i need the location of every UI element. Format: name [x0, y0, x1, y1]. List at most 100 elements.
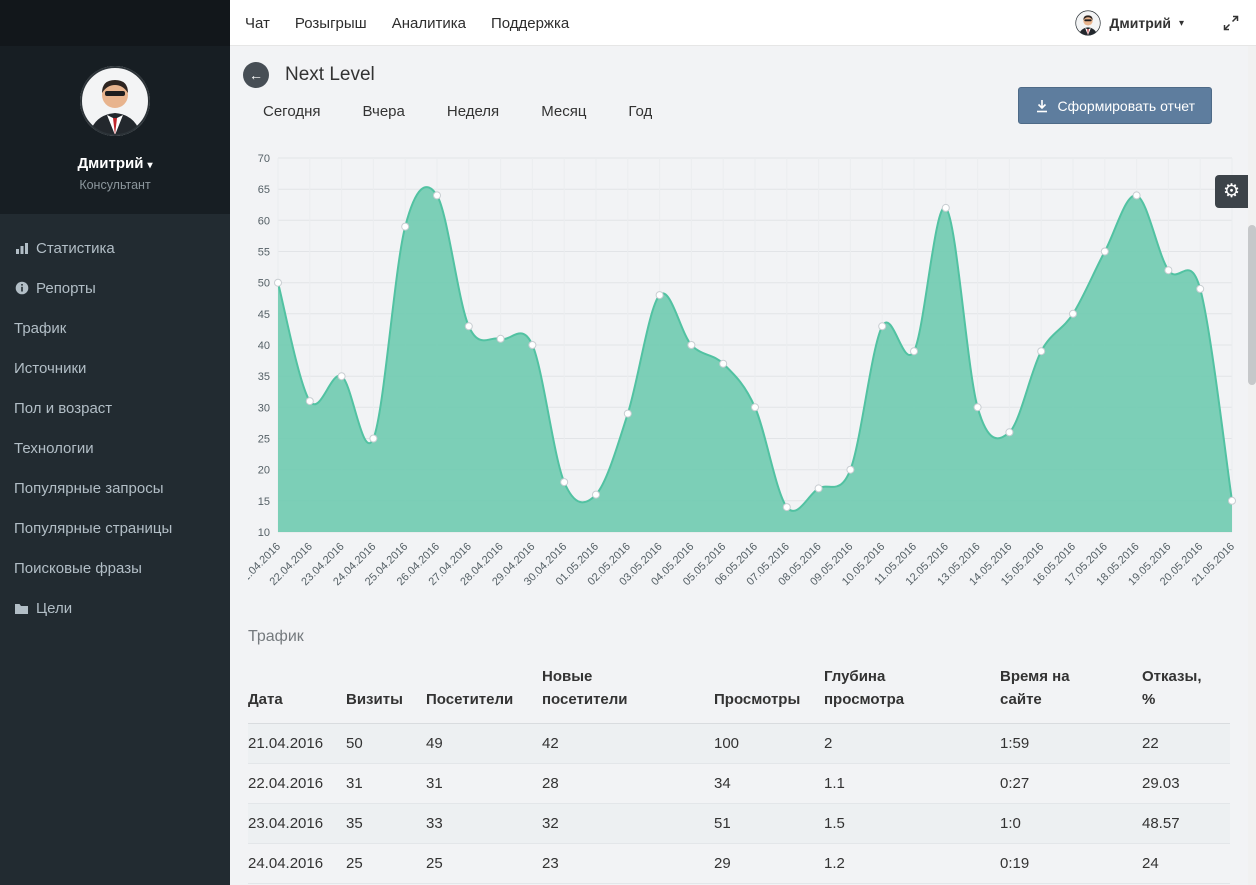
traffic-table: Дата Визиты Посетители Новые посетители Прос…	[248, 658, 1230, 884]
sidebar-item-label: Статистика	[36, 239, 115, 257]
table-cell: 32	[542, 803, 714, 844]
sidebar-item-goals[interactable]: Цели	[0, 588, 230, 628]
table-row: 24.04.2016 25 25 23 29 1.2 0:19 24	[248, 843, 1230, 884]
page-header: ← Next Level	[230, 46, 1248, 88]
column-header: Глубина просмотра	[824, 658, 1000, 724]
expand-arrows-icon	[1223, 15, 1239, 31]
nav-item-analytics[interactable]: Аналитика	[392, 15, 466, 32]
sidebar-item-popular-queries[interactable]: Популярные запросы	[0, 468, 230, 508]
sidebar-item-gender-age[interactable]: Пол и возраст	[0, 388, 230, 428]
column-header: Посетители	[426, 658, 542, 724]
back-button[interactable]: ←	[243, 62, 269, 88]
table-header-row: Дата Визиты Посетители Новые посетители Прос…	[248, 658, 1230, 724]
tab-week[interactable]: Неделя	[447, 103, 499, 120]
sidebar-item-sources[interactable]: Источники	[0, 348, 230, 388]
sidebar-item-label: Цели	[36, 599, 73, 617]
svg-text:20: 20	[258, 465, 270, 477]
table-cell: 100	[714, 723, 824, 764]
nav-item-support[interactable]: Поддержка	[491, 15, 569, 32]
svg-text:65: 65	[258, 184, 270, 196]
sidebar-item-traffic[interactable]: Трафик	[0, 308, 230, 348]
traffic-area-chart: 1015202530354045505560657021.04.201622.0…	[248, 153, 1237, 588]
sidebar-user-role: Консультант	[79, 178, 151, 192]
table-cell: 31	[346, 763, 426, 804]
table-cell: 25	[426, 843, 542, 884]
topnav-brand-block	[0, 0, 230, 46]
table-cell: 0:19	[1000, 843, 1142, 884]
table-cell: 35	[346, 803, 426, 844]
chart-container: 10 15 20 25 30 35 40 45 50 55 60 65 70 21.04.2016 22.0…	[248, 144, 1248, 614]
table-cell: 23.04.2016	[248, 803, 346, 844]
top-navbar: Чат Розыгрыш Аналитика Поддержка Дмитрий…	[0, 0, 1256, 46]
sidebar-item-label: Источники	[14, 359, 87, 377]
table-cell: 42	[542, 723, 714, 764]
sidebar-item-label: Пол и возраст	[14, 399, 113, 417]
table-cell: 0:27	[1000, 763, 1142, 804]
table-row: 21.04.2016 50 49 42 100 2 1:59 22	[248, 723, 1230, 764]
table-cell: 22	[1142, 723, 1230, 764]
avatar	[1075, 10, 1102, 36]
table-cell: 23	[542, 843, 714, 884]
table-cell: 34	[714, 763, 824, 804]
table-cell: 48.57	[1142, 803, 1230, 844]
svg-text:50: 50	[258, 278, 270, 290]
generate-report-label: Сформировать отчет	[1057, 97, 1196, 114]
svg-text:35: 35	[258, 371, 270, 383]
tab-year[interactable]: Год	[628, 103, 652, 120]
column-header: Новые посетители	[542, 658, 714, 724]
folder-icon	[14, 601, 29, 616]
user-name: Дмитрий	[1109, 15, 1171, 31]
nav-item-chat[interactable]: Чат	[245, 15, 270, 32]
traffic-section-title: Трафик	[248, 628, 304, 645]
svg-text:70: 70	[258, 153, 270, 165]
table-cell: 29.03	[1142, 763, 1230, 804]
sidebar-item-label: Технологии	[14, 439, 94, 457]
fullscreen-button[interactable]	[1222, 14, 1240, 32]
arrow-left-icon: ←	[249, 67, 263, 83]
sidebar-item-statistics[interactable]: Статистика	[0, 228, 230, 268]
sidebar-item-label: Репорты	[36, 279, 96, 297]
chevron-down-icon: ▾	[147, 160, 153, 171]
svg-text:60: 60	[258, 215, 270, 227]
main-content: ← Next Level Сегодня Вчера Неделя Месяц …	[230, 46, 1248, 885]
svg-text:40: 40	[258, 340, 270, 352]
sidebar-item-popular-pages[interactable]: Популярные страницы	[0, 508, 230, 548]
table-cell: 29	[714, 843, 824, 884]
download-icon	[1036, 99, 1047, 112]
sidebar-item-search-phrases[interactable]: Поисковые фразы	[0, 548, 230, 588]
sidebar-item-reports[interactable]: Репорты	[0, 268, 230, 308]
table-cell: 1:59	[1000, 723, 1142, 764]
generate-report-button[interactable]: Сформировать отчет	[1017, 87, 1212, 124]
sidebar-item-label: Поисковые фразы	[14, 559, 142, 577]
nav-item-raffle[interactable]: Розыгрыш	[295, 15, 367, 32]
user-menu[interactable]: Дмитрий ▾	[1075, 10, 1184, 36]
svg-text:45: 45	[258, 309, 270, 321]
table-row: 23.04.2016 35 33 32 51 1.5 1:0 48.57	[248, 803, 1230, 844]
column-header: Отказы, %	[1142, 658, 1230, 724]
sidebar-user-name-label: Дмитрий	[77, 155, 144, 172]
tab-yesterday[interactable]: Вчера	[363, 103, 405, 120]
gear-icon: ⚙	[1222, 181, 1241, 202]
info-icon	[14, 281, 29, 296]
sidebar-user-panel: Дмитрий ▾ Консультант	[0, 46, 230, 214]
sidebar-item-technologies[interactable]: Технологии	[0, 428, 230, 468]
svg-text:15: 15	[258, 496, 270, 508]
sidebar-item-label: Популярные страницы	[14, 519, 173, 537]
scrollbar-thumb[interactable]	[1248, 225, 1256, 385]
table-cell: 24.04.2016	[248, 843, 346, 884]
sidebar-user-name[interactable]: Дмитрий ▾	[0, 155, 230, 172]
bar-chart-icon	[14, 241, 29, 256]
tab-month[interactable]: Месяц	[541, 103, 586, 120]
table-cell: 1.5	[824, 803, 1000, 844]
table-cell: 21.04.2016	[248, 723, 346, 764]
table-cell: 1.2	[824, 843, 1000, 884]
sidebar-item-label: Трафик	[14, 319, 67, 337]
settings-button[interactable]: ⚙	[1215, 175, 1248, 208]
tab-today[interactable]: Сегодня	[263, 103, 321, 120]
table-cell: 50	[346, 723, 426, 764]
column-header: Время на сайте	[1000, 658, 1142, 724]
page-title: Next Level	[285, 64, 375, 85]
table-cell: 49	[426, 723, 542, 764]
vertical-scrollbar[interactable]	[1248, 46, 1256, 885]
sidebar-item-label: Популярные запросы	[14, 479, 164, 497]
